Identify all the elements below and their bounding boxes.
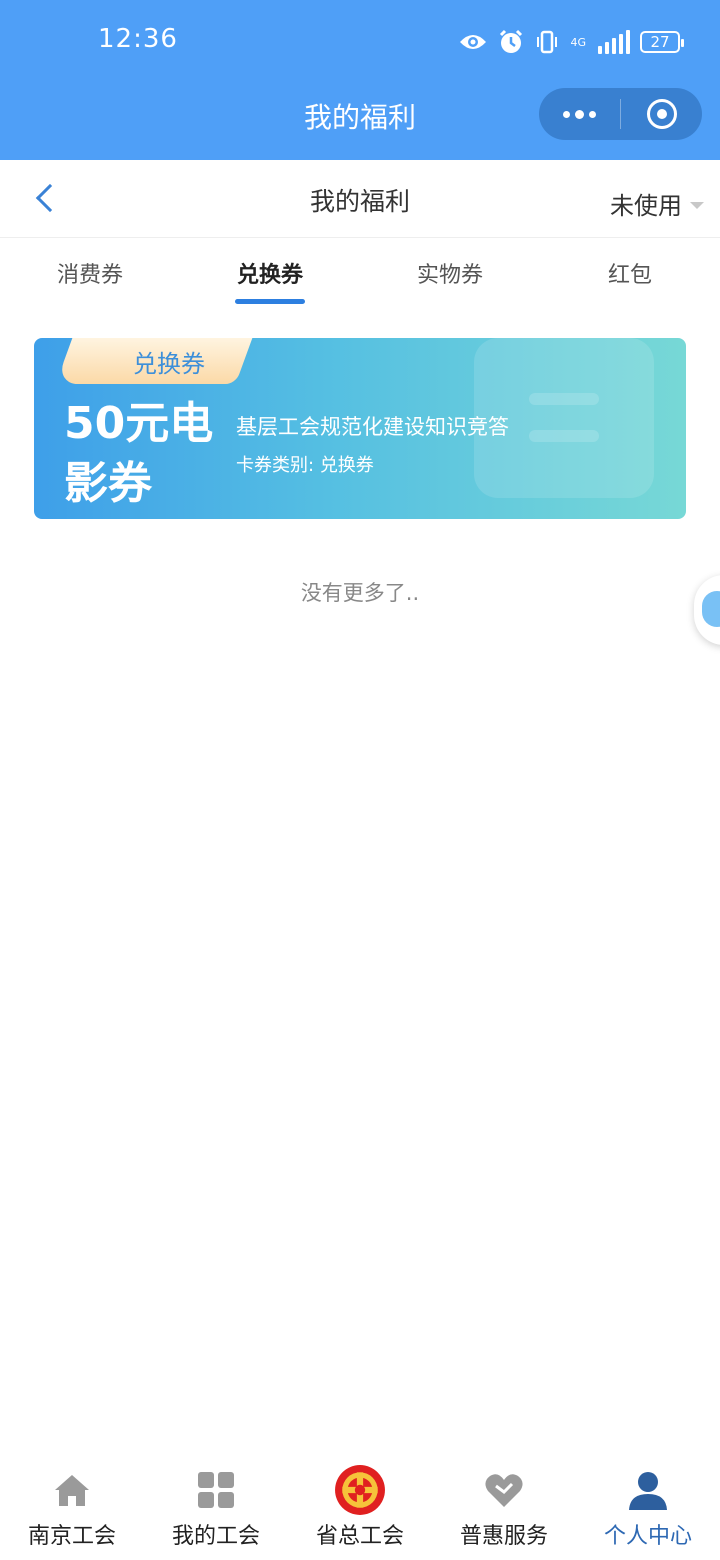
coupon-type-value: 兑换券 — [319, 455, 374, 476]
bottom-tab-label: 省总工会 — [315, 1524, 404, 1549]
tab-exchange[interactable]: 兑换券 — [180, 238, 360, 308]
battery-level: 27 — [650, 33, 670, 51]
bottom-tab-label: 个人中心 — [603, 1524, 692, 1549]
eye-icon — [460, 35, 487, 49]
tab-consumption[interactable]: 消费券 — [0, 238, 180, 308]
person-icon — [629, 1472, 667, 1510]
tab-physical[interactable]: 实物券 — [360, 238, 540, 308]
coupon-type: 卡券类别: 兑换券 — [236, 451, 374, 477]
vibrate-icon — [537, 30, 558, 54]
chevron-down-icon — [690, 202, 704, 209]
bottom-tab-personal-center[interactable]: 个人中心 — [576, 1460, 720, 1560]
grid-icon — [198, 1472, 234, 1508]
status-icons: 4G 27 — [458, 26, 684, 58]
list-end-text: 没有更多了.. — [300, 581, 420, 605]
coupon-card[interactable]: 兑换券 50元电影券 基层工会规范化建设知识竞答 卡券类别: 兑换券 — [34, 338, 686, 519]
tab-red-packet[interactable]: 红包 — [540, 238, 720, 308]
bottom-tab-my-union[interactable]: 我的工会 — [144, 1460, 288, 1560]
bottom-tab-label: 普惠服务 — [459, 1524, 548, 1549]
mini-program-capsule — [539, 88, 702, 140]
coupon-tabs: 消费券 兑换券 实物券 红包 — [0, 238, 720, 308]
bottom-tab-benefit-service[interactable]: 普惠服务 — [432, 1460, 576, 1560]
battery-icon: 27 — [640, 31, 684, 53]
signal-icon — [598, 30, 630, 54]
heart-icon — [485, 1474, 523, 1507]
alarm-icon — [500, 29, 523, 53]
more-icon[interactable] — [539, 88, 620, 140]
home-icon — [55, 1475, 89, 1506]
chat-icon — [702, 591, 720, 627]
coupon-title: 基层工会规范化建设知识竞答 — [236, 415, 509, 439]
close-target-icon[interactable] — [621, 88, 702, 140]
coupon-type-label: 卡券类别: — [236, 455, 315, 476]
status-time: 12:36 — [98, 24, 178, 54]
top-header: 12:36 4G 27 我的福利 — [0, 0, 720, 160]
status-filter-dropdown[interactable]: 未使用 — [610, 186, 704, 221]
bottom-tab-label: 南京工会 — [27, 1524, 116, 1549]
bottom-tab-bar: 南京工会 我的工会 省总工会 普惠服务 个人中心 — [0, 1460, 720, 1560]
bottom-tab-nanjing-union[interactable]: 南京工会 — [0, 1460, 144, 1560]
page-nav-bar: 我的福利 未使用 — [0, 160, 720, 238]
union-emblem-icon — [335, 1465, 385, 1515]
coupon-tag: 兑换券 — [133, 350, 205, 378]
bottom-tab-provincial-union[interactable]: 省总工会 — [288, 1460, 432, 1560]
bottom-tab-label: 我的工会 — [171, 1524, 260, 1549]
status-filter-label: 未使用 — [610, 192, 682, 220]
coupon-amount: 50元电影券 — [64, 398, 214, 509]
network-label: 4G — [570, 35, 586, 49]
